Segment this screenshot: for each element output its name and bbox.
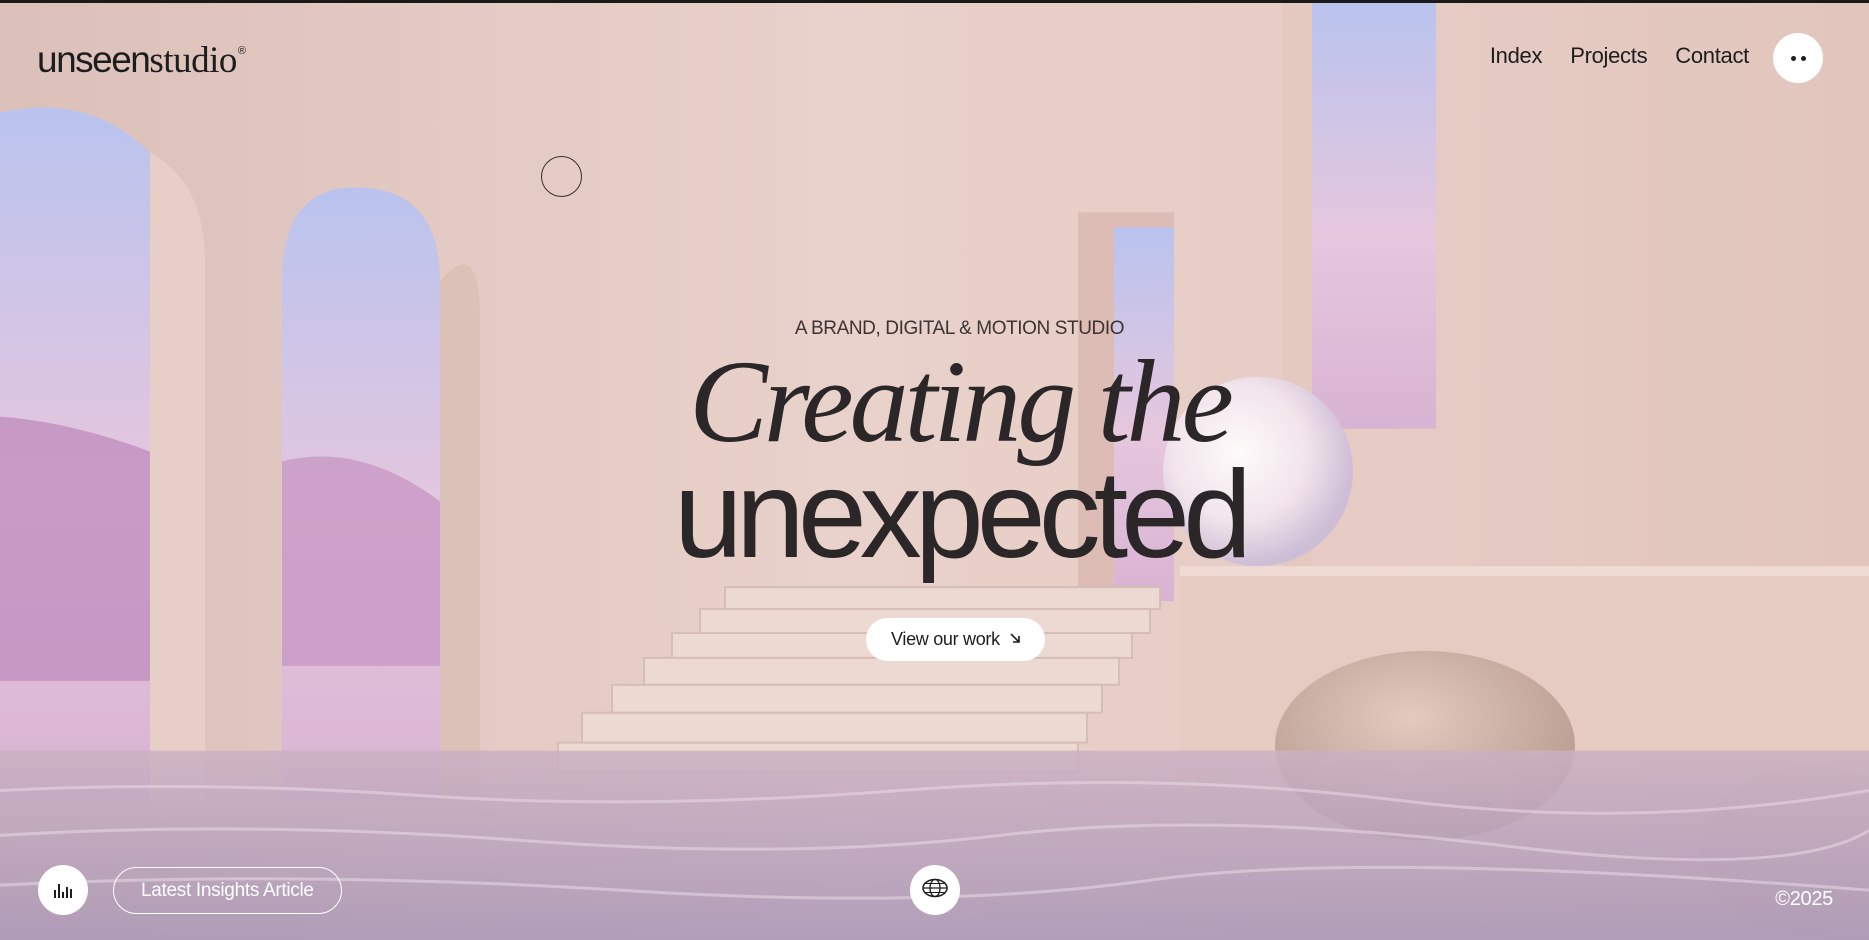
- menu-button[interactable]: [1773, 33, 1823, 83]
- cta-label: View our work: [891, 629, 1000, 649]
- registered-mark: ®: [237, 45, 246, 57]
- sound-bars-icon: [54, 884, 72, 898]
- latest-insights-button[interactable]: Latest Insights Article: [113, 867, 342, 914]
- globe-icon: [921, 878, 949, 903]
- hero-headline-line1: Creating the: [689, 336, 1234, 467]
- main-nav: Index Projects Contact: [1490, 43, 1749, 69]
- nav-projects-link[interactable]: Projects: [1570, 43, 1647, 69]
- nav-contact-link[interactable]: Contact: [1675, 43, 1749, 69]
- logo-secondary-text: studio: [149, 40, 237, 81]
- hero-headline-line2: unexpected: [673, 446, 1252, 584]
- arrow-down-right-icon: [1009, 631, 1021, 648]
- view-our-work-button[interactable]: View our work: [866, 618, 1045, 661]
- logo-main-text: unseen: [37, 39, 151, 80]
- custom-cursor: [541, 156, 582, 197]
- site-logo[interactable]: unseenstudio®: [37, 39, 246, 82]
- nav-index-link[interactable]: Index: [1490, 43, 1543, 69]
- sound-toggle-button[interactable]: [38, 865, 88, 915]
- globe-button[interactable]: [910, 865, 960, 915]
- copyright-text: ©2025: [1775, 888, 1833, 910]
- dots-menu-icon: [1790, 55, 1796, 61]
- dots-menu-icon: [1800, 55, 1806, 61]
